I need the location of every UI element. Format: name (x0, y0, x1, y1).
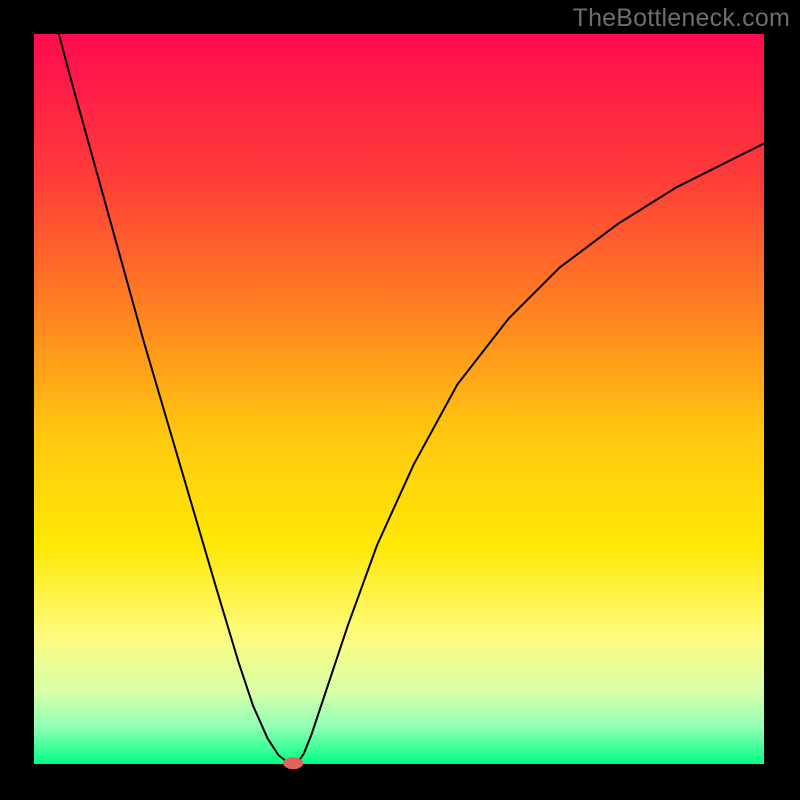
watermark-text: TheBottleneck.com (573, 4, 790, 33)
plot-background (34, 34, 764, 764)
bottleneck-chart (0, 0, 800, 800)
chart-container: TheBottleneck.com (0, 0, 800, 800)
minimum-marker (283, 757, 303, 769)
